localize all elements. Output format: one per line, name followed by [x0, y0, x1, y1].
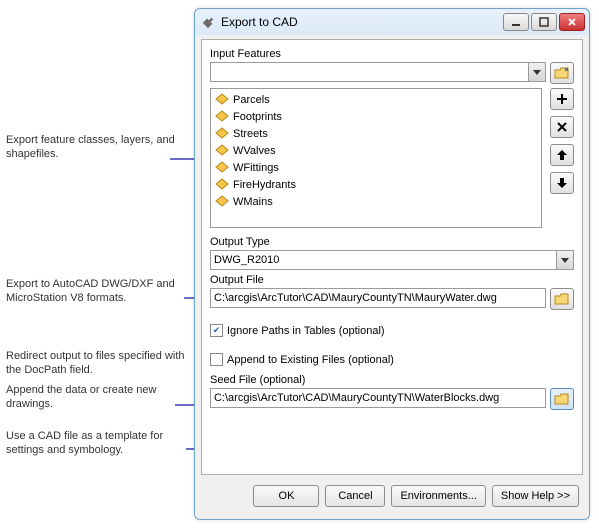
arrow-down-icon — [556, 177, 568, 189]
plus-icon — [556, 93, 568, 105]
dialog-body: Input Features Parcels Footprints — [201, 39, 583, 475]
annotation-text: Append the data or create new drawings. — [6, 384, 186, 412]
move-down-button[interactable] — [550, 172, 574, 194]
annotation-text: Use a CAD file as a template for setting… — [6, 430, 191, 458]
annotation-text: Export feature classes, layers, and shap… — [6, 134, 176, 162]
list-item[interactable]: WFittings — [213, 159, 539, 176]
feature-class-icon — [215, 195, 229, 208]
output-file-field[interactable]: C:\arcgis\ArcTutor\CAD\MauryCountyTN\Mau… — [210, 288, 546, 308]
list-item[interactable]: WValves — [213, 142, 539, 159]
folder-open-icon — [554, 66, 570, 80]
add-feature-button[interactable] — [550, 88, 574, 110]
move-up-button[interactable] — [550, 144, 574, 166]
folder-open-icon — [554, 392, 570, 406]
append-label: Append to Existing Files (optional) — [227, 354, 394, 366]
append-checkbox[interactable] — [210, 353, 223, 366]
feature-name: Footprints — [233, 111, 282, 123]
feature-name: WValves — [233, 145, 276, 157]
chevron-down-icon[interactable] — [528, 63, 545, 81]
feature-class-icon — [215, 93, 229, 106]
list-item[interactable]: FireHydrants — [213, 176, 539, 193]
feature-class-icon — [215, 127, 229, 140]
seed-file-field[interactable]: C:\arcgis\ArcTutor\CAD\MauryCountyTN\Wat… — [210, 388, 546, 408]
remove-feature-button[interactable] — [550, 116, 574, 138]
ignore-paths-checkbox[interactable] — [210, 324, 223, 337]
seed-file-label: Seed File (optional) — [210, 374, 574, 386]
output-file-label: Output File — [210, 274, 574, 286]
dialog-button-bar: OK Cancel Environments... Show Help >> — [201, 481, 583, 511]
arrow-up-icon — [556, 149, 568, 161]
input-features-list[interactable]: Parcels Footprints Streets WValves WFitt… — [210, 88, 542, 228]
ok-button[interactable]: OK — [253, 485, 319, 507]
chevron-down-icon[interactable] — [556, 251, 573, 269]
minimize-button[interactable] — [503, 13, 529, 31]
browse-output-button[interactable] — [550, 288, 574, 310]
folder-open-icon — [554, 292, 570, 306]
maximize-button[interactable] — [531, 13, 557, 31]
list-item[interactable]: WMains — [213, 193, 539, 210]
ignore-paths-label: Ignore Paths in Tables (optional) — [227, 325, 385, 337]
browse-seed-button[interactable] — [550, 388, 574, 410]
x-icon — [556, 121, 568, 133]
titlebar[interactable]: Export to CAD — [195, 9, 589, 35]
input-features-combo[interactable] — [210, 62, 546, 82]
input-features-label: Input Features — [210, 48, 574, 60]
feature-name: Parcels — [233, 94, 270, 106]
feature-class-icon — [215, 161, 229, 174]
close-button[interactable] — [559, 13, 585, 31]
cancel-button[interactable]: Cancel — [325, 485, 385, 507]
output-type-label: Output Type — [210, 236, 574, 248]
feature-class-icon — [215, 178, 229, 191]
output-type-combo[interactable]: DWG_R2010 — [210, 250, 574, 270]
output-file-value: C:\arcgis\ArcTutor\CAD\MauryCountyTN\Mau… — [214, 292, 497, 304]
list-item[interactable]: Streets — [213, 125, 539, 142]
output-type-value: DWG_R2010 — [214, 254, 279, 266]
feature-name: WMains — [233, 196, 273, 208]
show-help-button[interactable]: Show Help >> — [492, 485, 579, 507]
feature-name: Streets — [233, 128, 268, 140]
hammer-icon — [201, 15, 215, 29]
window-title: Export to CAD — [221, 15, 503, 29]
list-item[interactable]: Footprints — [213, 108, 539, 125]
browse-input-button[interactable] — [550, 62, 574, 84]
seed-file-value: C:\arcgis\ArcTutor\CAD\MauryCountyTN\Wat… — [214, 392, 499, 404]
environments-button[interactable]: Environments... — [391, 485, 485, 507]
annotation-text: Redirect output to files specified with … — [6, 350, 201, 378]
feature-class-icon — [215, 110, 229, 123]
feature-class-icon — [215, 144, 229, 157]
export-to-cad-dialog: Export to CAD Input Features Parcels — [194, 8, 590, 520]
list-item[interactable]: Parcels — [213, 91, 539, 108]
feature-name: WFittings — [233, 162, 279, 174]
annotation-text: Export to AutoCAD DWG/DXF and MicroStati… — [6, 278, 191, 306]
feature-name: FireHydrants — [233, 179, 296, 191]
